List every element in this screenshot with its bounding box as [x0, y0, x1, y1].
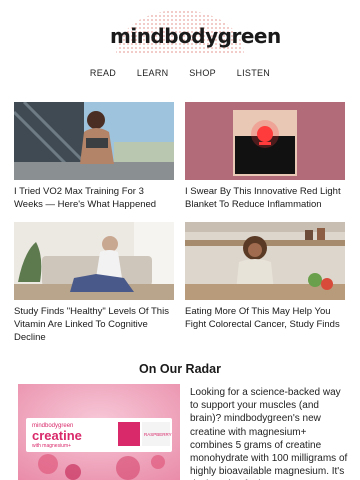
article-image-red-light-blanket[interactable] [185, 102, 345, 180]
brand-logo[interactable]: mindbodygreen [110, 10, 281, 54]
section-heading-on-our-radar: On Our Radar [139, 362, 221, 376]
nav-item-learn[interactable]: LEARN [137, 68, 169, 78]
article-image-colorectal-study[interactable] [185, 222, 345, 300]
product-sub-label: with magnesium+ [32, 443, 71, 449]
radar-description: Looking for a science-backed way to supp… [190, 387, 348, 480]
article-title[interactable]: Eating More Of This May Help You Fight C… [185, 305, 345, 331]
article-title[interactable]: I Tried VO2 Max Training For 3 Weeks — H… [14, 185, 174, 211]
article-title[interactable]: Study Finds "Healthy" Levels Of This Vit… [14, 305, 174, 344]
article-card[interactable]: I Swear By This Innovative Red Light Bla… [185, 102, 345, 211]
product-image-creatine[interactable]: mindbodygreen creatine with magnesium+ R… [18, 384, 180, 480]
brand-wordmark: mindbodygreen [110, 24, 281, 48]
article-image-vitamin-study[interactable] [14, 222, 174, 300]
article-image-vo2-training[interactable] [14, 102, 174, 180]
article-card[interactable]: Study Finds "Healthy" Levels Of This Vit… [14, 222, 174, 344]
product-name-label: creatine [32, 428, 82, 443]
nav-item-read[interactable]: READ [90, 68, 116, 78]
nav-item-shop[interactable]: SHOP [189, 68, 216, 78]
newsletter-header: mindbodygreen READ LEARN SHOP LISTEN [0, 0, 360, 100]
article-card[interactable]: Eating More Of This May Help You Fight C… [185, 222, 345, 331]
primary-nav: READ LEARN SHOP LISTEN [0, 68, 360, 78]
nav-item-listen[interactable]: LISTEN [237, 68, 270, 78]
product-flavor-label: RASPBERRY [144, 432, 172, 437]
article-title[interactable]: I Swear By This Innovative Red Light Bla… [185, 185, 345, 211]
article-card[interactable]: I Tried VO2 Max Training For 3 Weeks — H… [14, 102, 174, 211]
